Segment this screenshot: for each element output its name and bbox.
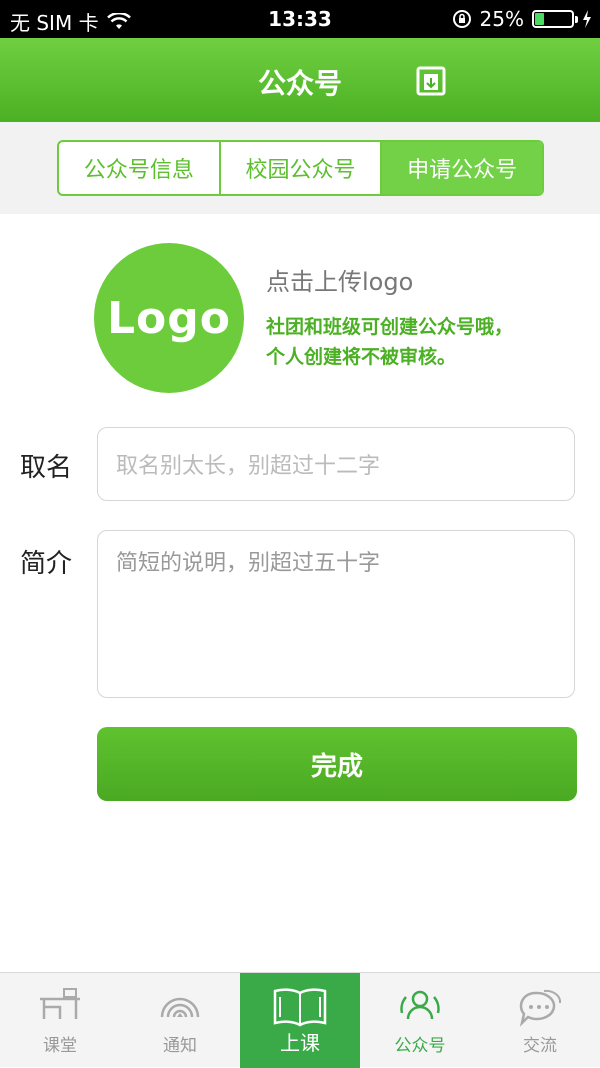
tab-notice-label: 通知 bbox=[163, 1036, 197, 1056]
tab-account-info[interactable]: 公众号信息 bbox=[59, 142, 219, 194]
tab-discussion[interactable]: 交流 bbox=[480, 973, 600, 1068]
tab-apply-account[interactable]: 申请公众号 bbox=[380, 142, 542, 194]
chat-icon bbox=[519, 989, 562, 1027]
tab-classroom-label: 课堂 bbox=[43, 1036, 77, 1056]
tab-attend-class-label: 上课 bbox=[280, 1031, 320, 1055]
page-title: 公众号 bbox=[257, 67, 342, 100]
book-icon bbox=[273, 988, 327, 1027]
bottom-tab-bar: 课堂 通知 上课 公众号 交流 bbox=[0, 972, 600, 1068]
tab-classroom[interactable]: 课堂 bbox=[0, 973, 120, 1068]
status-bar: 无 SIM 卡 13:33 25% bbox=[0, 0, 600, 38]
name-label: 取名 bbox=[20, 453, 73, 483]
broadcast-icon bbox=[160, 997, 200, 1018]
tab-official-account-label: 公众号 bbox=[394, 1036, 446, 1056]
tab-campus-accounts[interactable]: 校园公众号 bbox=[218, 142, 381, 194]
tab-discussion-label: 交流 bbox=[523, 1036, 557, 1056]
upload-hint-line1: 社团和班级可创建公众号哦， bbox=[266, 316, 514, 338]
charging-icon bbox=[583, 10, 591, 28]
status-right: 25% bbox=[452, 7, 592, 31]
nav-bar: 公众号 bbox=[0, 38, 600, 122]
segmented-control: 公众号信息 校园公众号 申请公众号 bbox=[57, 140, 544, 196]
tab-official-account[interactable]: 公众号 bbox=[360, 973, 480, 1068]
upload-hint: 社团和班级可创建公众号哦， 个人创建将不被审核。 bbox=[266, 312, 566, 372]
upload-logo-title[interactable]: 点击上传logo bbox=[266, 262, 413, 297]
export-doc-icon[interactable] bbox=[416, 66, 446, 96]
battery-icon bbox=[532, 10, 578, 28]
tab-notice[interactable]: 通知 bbox=[120, 973, 240, 1068]
tab-attend-class[interactable]: 上课 bbox=[240, 973, 360, 1068]
upload-hint-line2: 个人创建将不被审核。 bbox=[266, 346, 457, 368]
battery-fill bbox=[535, 13, 544, 25]
name-input[interactable]: 取名别太长，别超过十二字 bbox=[97, 427, 575, 501]
desk-icon bbox=[40, 988, 80, 1019]
description-label: 简介 bbox=[20, 549, 73, 579]
done-button[interactable]: 完成 bbox=[97, 727, 577, 801]
battery-percent: 25% bbox=[479, 7, 524, 31]
group-icon bbox=[400, 990, 440, 1020]
description-textarea[interactable]: 简短的说明，别超过五十字 bbox=[97, 530, 575, 698]
rotation-lock-icon bbox=[452, 10, 471, 28]
logo-upload-button[interactable]: Logo bbox=[94, 243, 244, 393]
segment-area: 公众号信息 校园公众号 申请公众号 bbox=[0, 122, 600, 214]
